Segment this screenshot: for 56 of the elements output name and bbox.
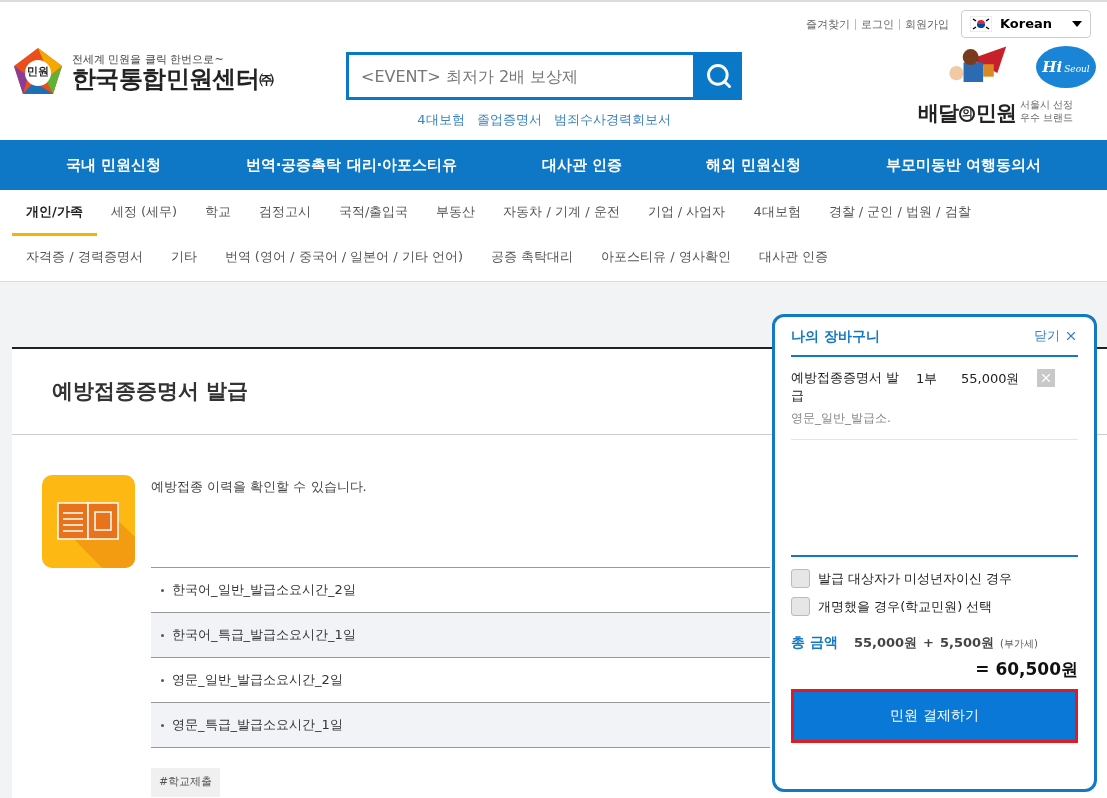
category-tab[interactable]: 대사관 인증 bbox=[744, 235, 842, 281]
logo-suffix: ㈜ bbox=[259, 70, 275, 89]
quick-link[interactable]: 4대보험 bbox=[417, 110, 465, 130]
quick-link[interactable]: 범죄수사경력회보서 bbox=[553, 110, 671, 130]
category-tab[interactable]: 개인/가족 bbox=[12, 190, 97, 236]
brand-caption: 서울시 선정 bbox=[1019, 99, 1073, 112]
checkbox-label: 개명했을 경우(학교민원) 선택 bbox=[818, 597, 993, 616]
category-tab[interactable]: 4대보험 bbox=[739, 190, 815, 236]
category-tab[interactable]: 검정고시 bbox=[245, 190, 326, 236]
category-tab[interactable]: 자동차 / 기계 / 운전 bbox=[489, 190, 634, 236]
top-link[interactable]: 회원가입 bbox=[898, 18, 949, 30]
category-tab[interactable]: 번역 (영어 / 중국어 / 일본어 / 기타 언어) bbox=[210, 235, 477, 281]
quick-link[interactable]: 졸업증명서 bbox=[476, 110, 542, 130]
option-row[interactable]: 영문_특급_발급소요시간_1일 bbox=[151, 703, 770, 748]
page-description: 예방접종 이력을 확인할 수 있습니다. bbox=[151, 478, 368, 496]
vat-note: (부가세) bbox=[1000, 637, 1038, 651]
main-nav-item[interactable]: 해외 민원신청 bbox=[706, 153, 802, 177]
cart-title: 나의 장바구니 bbox=[791, 326, 880, 346]
cart-item-option: 영문_일반_발급소. bbox=[791, 408, 1078, 427]
brand-name: 배달 의 민원 bbox=[918, 103, 1016, 124]
category-tab[interactable]: 기타 bbox=[156, 235, 211, 281]
category-tab[interactable]: 아포스티유 / 영사확인 bbox=[587, 235, 745, 281]
cart-item-quantity: 1부 bbox=[916, 370, 939, 388]
main-nav-item[interactable]: 대사관 인증 bbox=[541, 153, 622, 177]
subtotal-amount: 55,000원 bbox=[853, 634, 918, 652]
page-title: 예방접종증명서 발급 bbox=[52, 377, 249, 405]
category-tab[interactable]: 부동산 bbox=[422, 190, 490, 236]
close-button[interactable]: 닫기 bbox=[1034, 326, 1078, 346]
category-tab[interactable]: 기업 / 사업자 bbox=[633, 190, 740, 236]
language-select[interactable]: Korean bbox=[960, 10, 1091, 38]
category-tab[interactable]: 자격증 / 경력증명서 bbox=[12, 235, 157, 281]
logo-name: 한국통합민원센터 bbox=[72, 66, 260, 91]
top-link[interactable]: 로그인 bbox=[854, 18, 894, 30]
search-field[interactable]: <EVENT> 최저가 2배 보상제 bbox=[346, 52, 696, 100]
category-tab[interactable]: 국적/출입국 bbox=[325, 190, 423, 236]
main-nav-item[interactable]: 번역·공증촉탁 대리·아포스티유 bbox=[245, 153, 458, 177]
vat-amount: 5,500원 bbox=[939, 634, 995, 652]
checkbox-label: 발급 대상자가 미성년자이신 경우 bbox=[818, 570, 1013, 588]
category-tab[interactable]: 세정 (세무) bbox=[96, 190, 192, 236]
category-tab[interactable]: 경찰 / 군인 / 법원 / 검찰 bbox=[814, 190, 985, 236]
top-link[interactable]: 즐겨찾기 bbox=[805, 18, 850, 30]
category-tab[interactable]: 학교 bbox=[191, 190, 246, 236]
pay-button[interactable]: 민원 결제하기 bbox=[794, 691, 1075, 740]
brand-caption: 우수 브랜드 bbox=[1019, 111, 1073, 124]
seal-badge: Hi Seoul bbox=[1036, 46, 1096, 88]
cart-item-price: 55,000원 bbox=[961, 370, 1021, 388]
main-nav-item[interactable]: 부모미동반 여행동의서 bbox=[885, 153, 1041, 177]
tag-chip[interactable]: #학교제출 bbox=[151, 768, 221, 797]
main-nav-item[interactable]: 국내 민원신청 bbox=[66, 153, 162, 177]
option-row[interactable]: 한국어_특급_발급소요시간_1일 bbox=[151, 613, 770, 658]
cart-item-name: 예방접종증명서 발급 bbox=[791, 369, 901, 405]
category-tab[interactable]: 공증 촉탁대리 bbox=[477, 235, 588, 281]
logo-tagline: 전세계 민원을 클릭 한번으로~ bbox=[72, 53, 225, 67]
plus-sign: + bbox=[923, 634, 934, 652]
total-label: 총 금액 bbox=[791, 633, 838, 652]
total-amount: = 60,500원 bbox=[975, 658, 1078, 681]
